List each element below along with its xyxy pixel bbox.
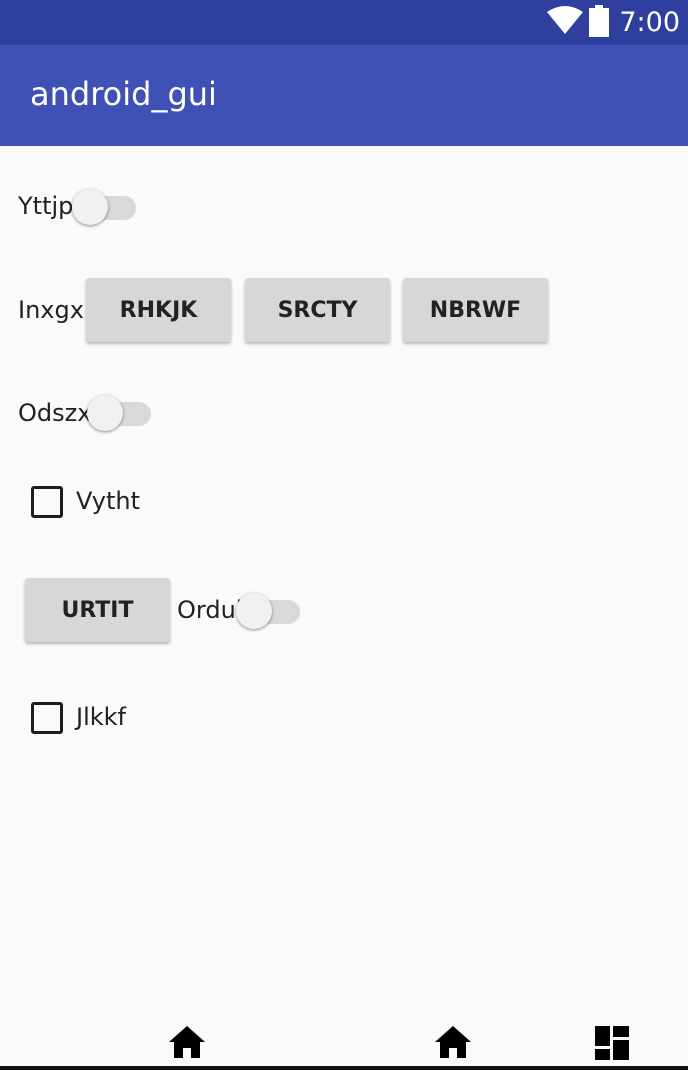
switch-label-odszx: Odszx — [18, 399, 92, 427]
switch-odszx[interactable] — [87, 393, 153, 433]
switch-thumb — [87, 395, 123, 431]
checkbox-label-jlkkf: Jlkkf — [76, 703, 126, 731]
urtit-button[interactable]: URTIT — [25, 578, 170, 642]
switch-thumb — [72, 189, 108, 225]
app-bar: android_gui — [0, 45, 688, 146]
status-bar: 7:00 — [0, 0, 688, 45]
app-title: android_gui — [30, 75, 217, 113]
home-icon[interactable] — [435, 1026, 471, 1062]
nbrwf-button[interactable]: NBRWF — [403, 278, 548, 342]
battery-icon — [589, 4, 610, 41]
wifi-icon — [547, 5, 584, 40]
dashboard-icon[interactable] — [595, 1026, 629, 1064]
switch-yttjp[interactable] — [72, 187, 138, 227]
switch-ordui[interactable] — [236, 591, 302, 631]
home-icon[interactable] — [169, 1026, 205, 1062]
rhkjk-button[interactable]: RHKJK — [86, 278, 231, 342]
status-time: 7:00 — [619, 7, 680, 38]
nav-bar — [0, 1020, 688, 1070]
switch-thumb — [236, 593, 272, 629]
switch-label-yttjp: Yttjp — [18, 192, 74, 220]
nav-divider — [0, 1066, 688, 1070]
switch-label-ordui: Ordui — [177, 596, 243, 624]
status-icons: 7:00 — [547, 0, 680, 45]
checkbox-label-vytht: Vytht — [76, 487, 141, 515]
srcty-button[interactable]: SRCTY — [245, 278, 390, 342]
checkbox-jlkkf[interactable] — [31, 702, 63, 734]
row-label-inxgx: Inxgx — [18, 296, 84, 324]
checkbox-vytht[interactable] — [31, 486, 63, 518]
